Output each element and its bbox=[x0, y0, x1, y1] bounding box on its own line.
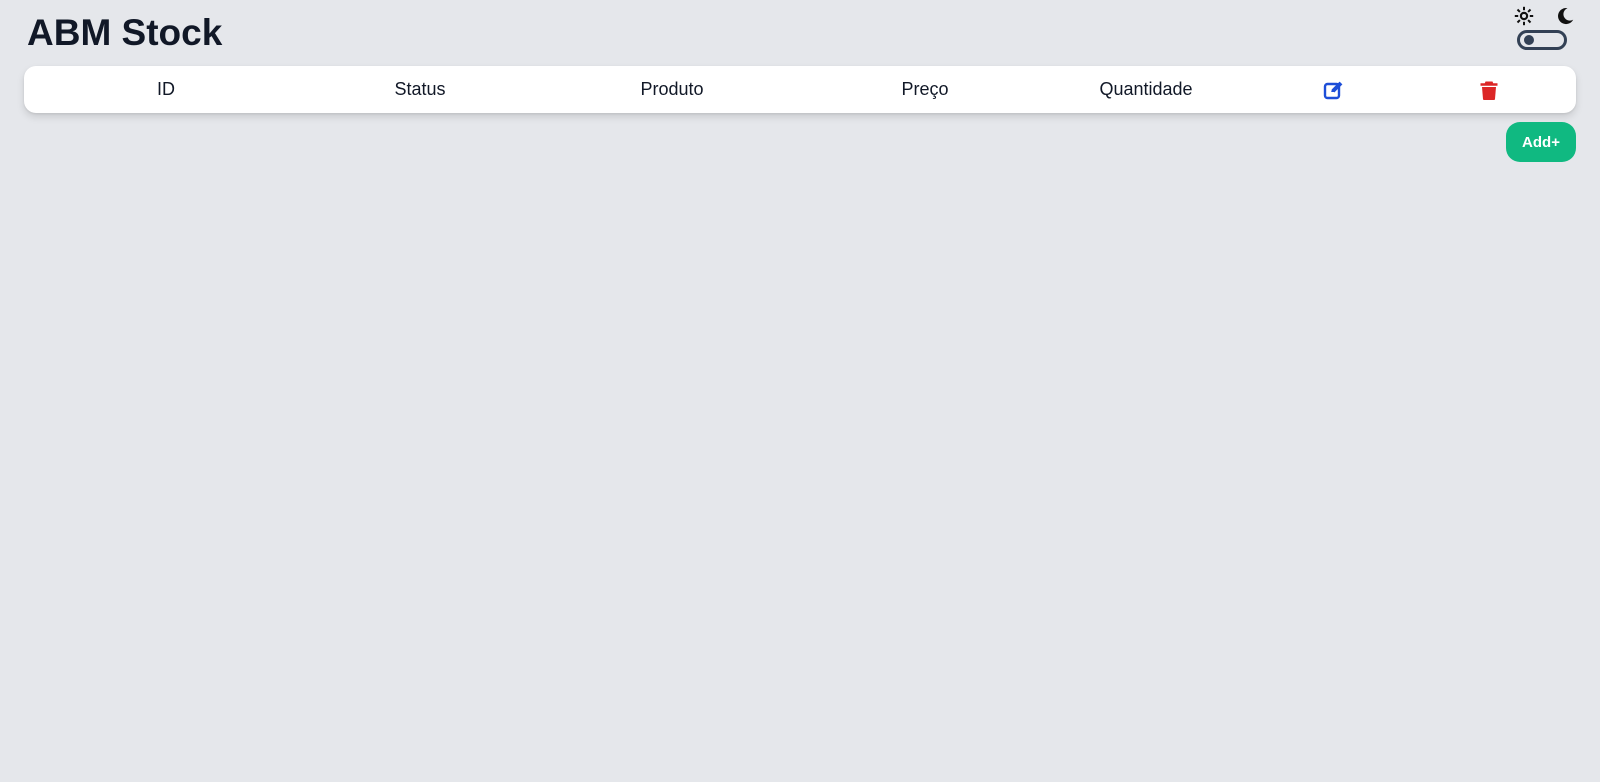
column-header-status: Status bbox=[394, 79, 446, 99]
add-button[interactable]: Add+ bbox=[1506, 122, 1576, 162]
moon-icon bbox=[1558, 8, 1574, 25]
sun-icon bbox=[1514, 6, 1534, 26]
column-header-quantidade: Quantidade bbox=[1099, 79, 1193, 99]
delete-icon[interactable] bbox=[1478, 79, 1500, 101]
theme-toggle-switch[interactable] bbox=[1517, 30, 1567, 50]
column-header-preco: Preço bbox=[901, 79, 949, 99]
column-header-produto: Produto bbox=[640, 79, 704, 99]
column-header-id: ID bbox=[157, 79, 175, 99]
edit-icon[interactable] bbox=[1323, 79, 1345, 101]
toggle-knob bbox=[1524, 35, 1534, 45]
app-title: ABM Stock bbox=[27, 12, 223, 53]
stock-table: ID Status Produto Preço Quantidade bbox=[24, 66, 1576, 113]
theme-toggle bbox=[1514, 6, 1574, 56]
table-header: ID Status Produto Preço Quantidade bbox=[24, 66, 1576, 113]
